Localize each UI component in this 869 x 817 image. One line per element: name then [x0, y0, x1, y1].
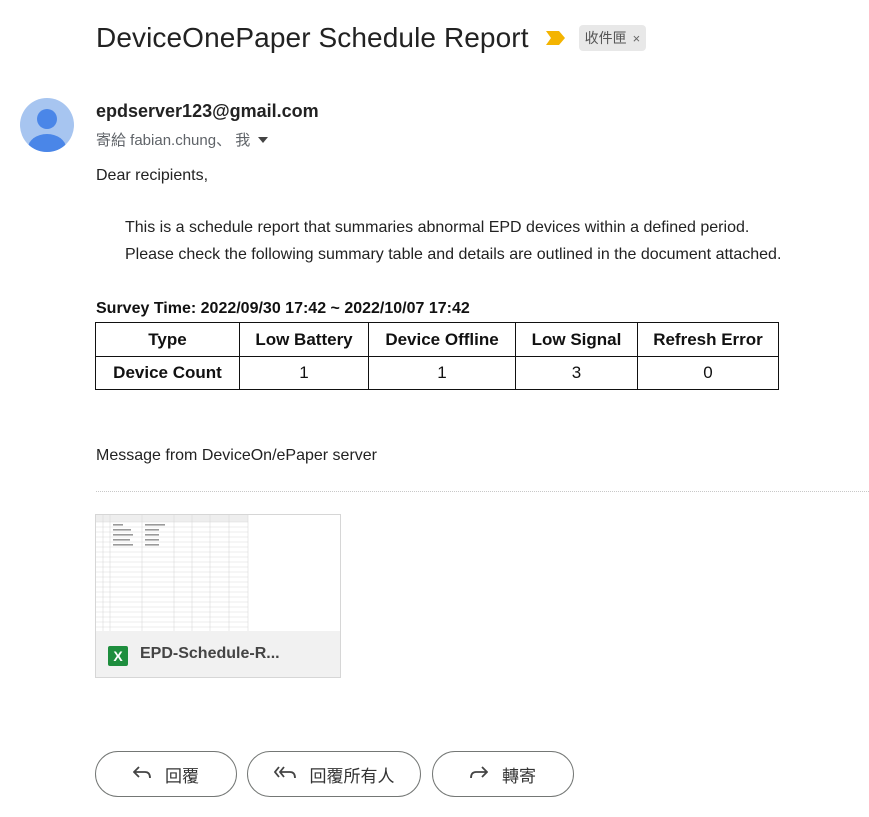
excel-file-icon: X [108, 646, 128, 666]
inbox-label-text: 收件匣 [584, 30, 627, 46]
recipients-text: 寄給 fabian.chung、 我 [96, 132, 251, 149]
table-cell: 1 [368, 356, 516, 390]
show-details-chevron-icon[interactable] [258, 136, 269, 143]
person-icon [28, 109, 66, 152]
important-marker-icon[interactable] [545, 29, 567, 47]
summary-table: Type Low Battery Device Offline Low Sign… [95, 322, 779, 390]
greeting: Dear recipients, [96, 167, 209, 184]
attachment-divider [96, 491, 869, 492]
attachment-filename[interactable]: EPD-Schedule-R... [140, 645, 280, 663]
forward-arrow-icon [470, 764, 489, 785]
subject-row: DeviceOnePaper Schedule Report 收件匣 × [96, 22, 647, 54]
inbox-label-chip[interactable]: 收件匣 × [578, 25, 647, 51]
body-paragraph-1: This is a schedule report that summaries… [125, 219, 750, 236]
reply-arrow-icon [132, 764, 151, 785]
table-cell: 1 [239, 356, 369, 390]
table-header-cell: Refresh Error [637, 322, 779, 357]
avatar[interactable] [20, 98, 74, 152]
forward-label: 轉寄 [502, 766, 536, 786]
table-cell: 0 [637, 356, 779, 390]
table-row: Device Count 1 1 3 0 [95, 356, 779, 390]
table-header-cell: Device Offline [368, 322, 516, 357]
table-header-row: Type Low Battery Device Offline Low Sign… [95, 322, 779, 357]
reply-label: 回覆 [165, 766, 199, 786]
attachment-card[interactable]: X EPD-Schedule-R... [95, 514, 341, 678]
table-header-cell: Type [95, 322, 240, 357]
spreadsheet-thumbnail [96, 515, 340, 631]
table-cell: 3 [515, 356, 638, 390]
table-row-label: Device Count [95, 356, 240, 390]
forward-button[interactable]: 轉寄 [432, 751, 574, 797]
table-header-cell: Low Battery [239, 322, 369, 357]
recipients-line: 寄給 fabian.chung、 我 [96, 129, 269, 150]
reply-all-button[interactable]: 回覆所有人 [247, 751, 421, 797]
body-paragraph-2: Please check the following summary table… [125, 246, 782, 263]
email-subject: DeviceOnePaper Schedule Report [96, 22, 529, 53]
server-message: Message from DeviceOn/ePaper server [96, 447, 377, 464]
reply-button[interactable]: 回覆 [95, 751, 237, 797]
reply-all-arrow-icon [273, 764, 296, 785]
table-header-cell: Low Signal [515, 322, 638, 357]
remove-label-icon[interactable]: × [633, 31, 641, 46]
reply-all-label: 回覆所有人 [309, 766, 395, 786]
sender-email[interactable]: epdserver123@gmail.com [96, 101, 319, 122]
survey-time: Survey Time: 2022/09/30 17:42 ~ 2022/10/… [96, 300, 470, 317]
